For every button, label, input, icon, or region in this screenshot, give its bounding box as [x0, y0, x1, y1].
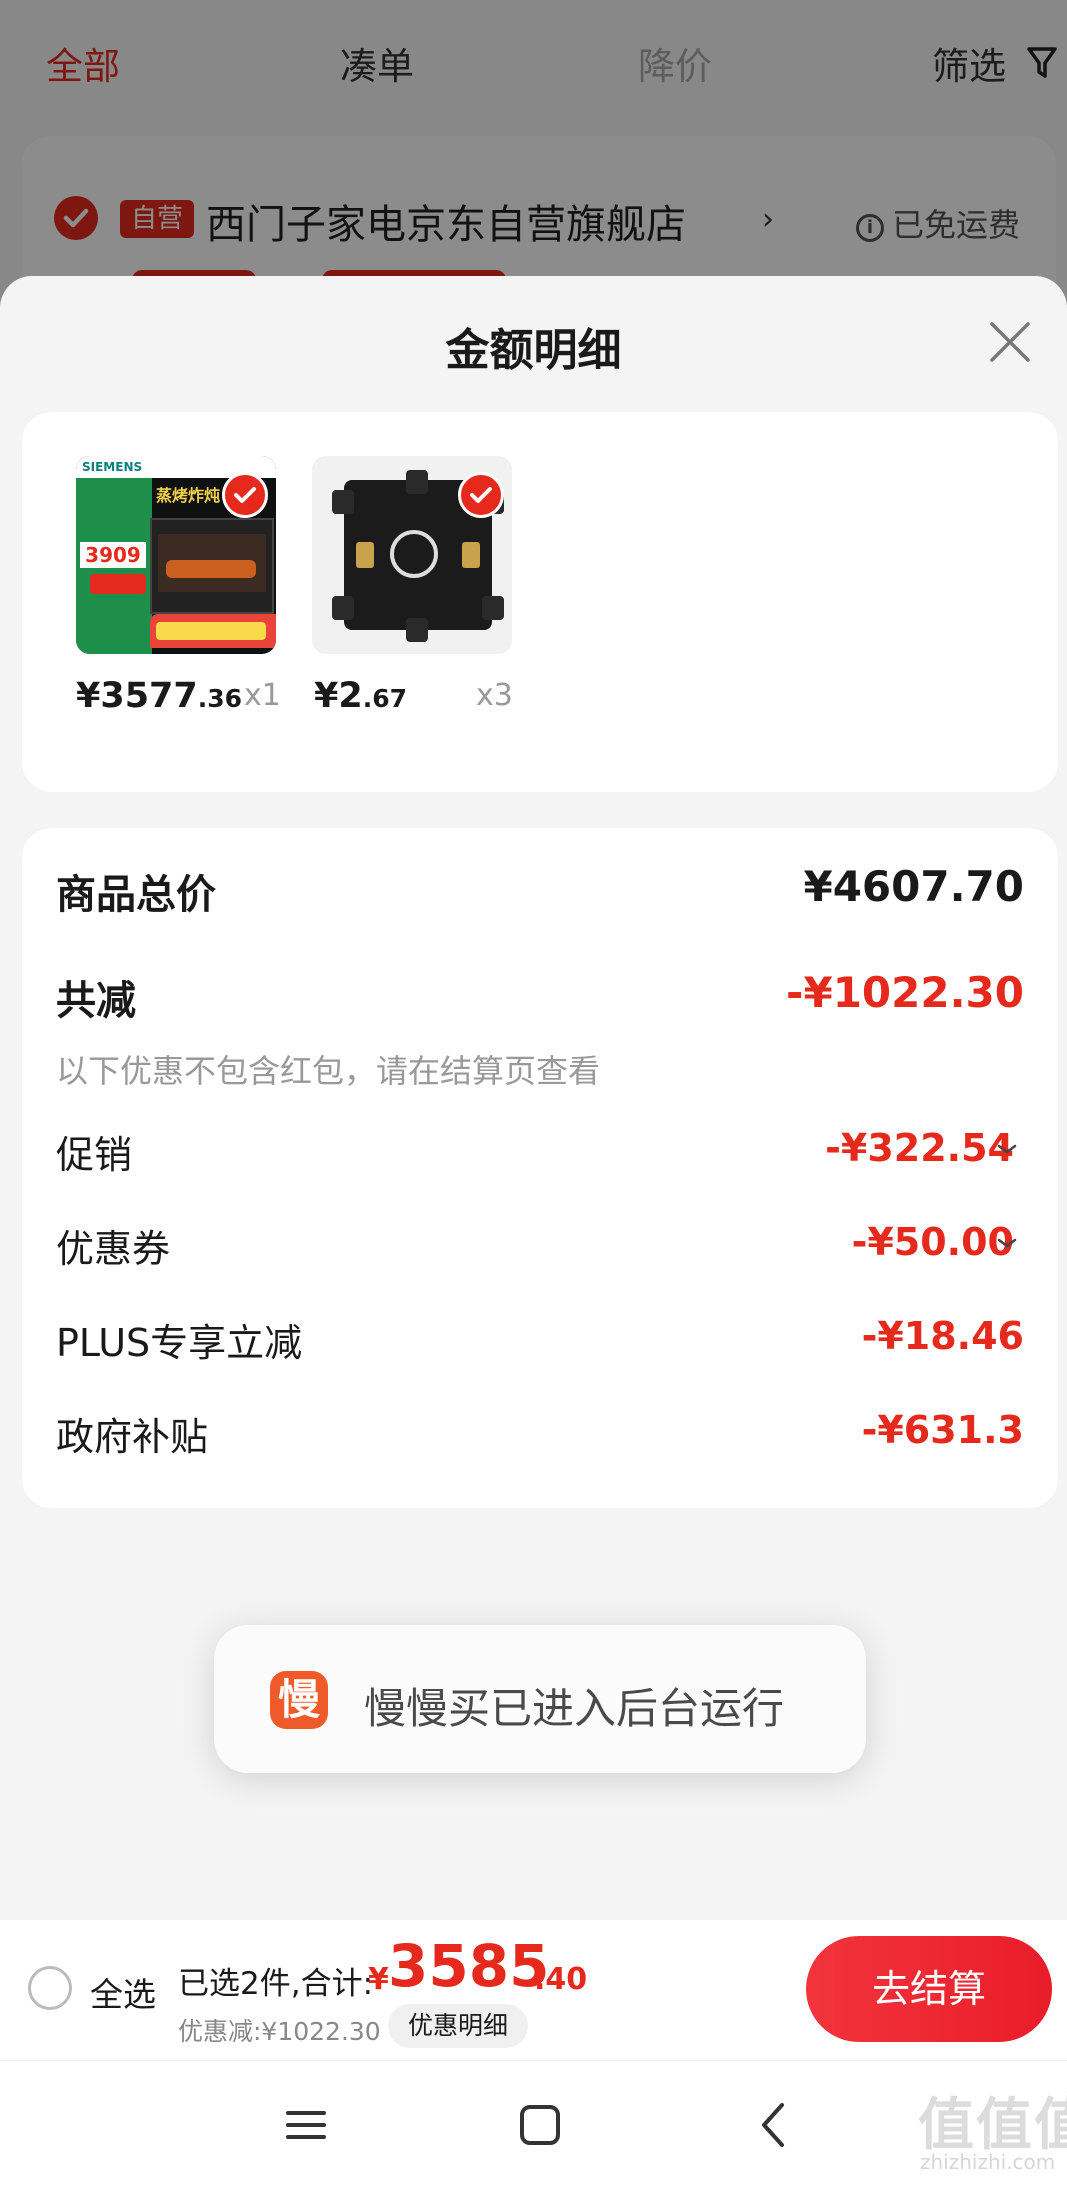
sheet-title: 金额明细: [445, 325, 622, 376]
total-currency: ¥: [368, 1962, 389, 1997]
selected-count-text: 已选2件,合计:: [178, 1966, 374, 2002]
watermark-url: zhizhizhi.com: [920, 2150, 1056, 2174]
total-label: 商品总价: [56, 872, 216, 918]
product-brand: SIEMENS: [82, 460, 143, 474]
price-summary-card: 商品总价 ¥4607.70 共减 -¥1022.30 以下优惠不包含红包，请在结…: [22, 828, 1058, 1508]
app-icon: 慢: [270, 1671, 328, 1729]
products-card: SIEMENS 3909 蒸烤炸炖 ¥3577.36 x1 ¥2.67 x3: [22, 412, 1058, 792]
product-price: ¥3577.36: [76, 676, 243, 716]
check-icon[interactable]: [458, 472, 504, 518]
discount-hint: 以下优惠不包含红包，请在结算页查看: [56, 1052, 601, 1090]
checkout-button[interactable]: 去结算: [806, 1936, 1052, 2042]
select-all-radio[interactable]: [28, 1966, 72, 2010]
product-price: ¥2.67: [314, 676, 408, 716]
promotion-label[interactable]: 促销: [56, 1124, 132, 1179]
product-qty: x3: [476, 678, 513, 713]
check-icon[interactable]: [222, 472, 268, 518]
plus-discount-value: -¥18.46: [861, 1314, 1024, 1358]
promotion-value[interactable]: -¥322.54: [825, 1126, 1014, 1170]
close-icon[interactable]: [986, 318, 1034, 366]
cart-page-background: 全部 凑单 降价 筛选 自营 西门子家电京东自营旗舰店 › i 已免运费: [0, 0, 1067, 336]
chevron-down-icon[interactable]: [996, 1236, 1018, 1250]
product-image-oven[interactable]: SIEMENS 3909 蒸烤炸炖: [76, 456, 276, 654]
select-all-label[interactable]: 全选: [90, 1968, 156, 2016]
system-nav-bar: [0, 2060, 1067, 2188]
total-amount-decimal: .40: [534, 1962, 588, 1997]
product-item[interactable]: SIEMENS 3909 蒸烤炸炖: [76, 456, 276, 654]
chevron-down-icon[interactable]: [996, 1142, 1018, 1156]
product-headline: 蒸烤炸炖: [156, 486, 221, 505]
product-image-junction-box[interactable]: [312, 456, 512, 654]
dim-overlay[interactable]: [0, 0, 1067, 320]
coupon-value[interactable]: -¥50.00: [852, 1220, 1014, 1264]
total-amount: 3585: [388, 1932, 550, 2000]
coupon-label[interactable]: 优惠券: [56, 1218, 170, 1273]
discount-detail-button[interactable]: 优惠明细: [388, 2004, 528, 2048]
discount-total-text: 优惠减:¥1022.30: [178, 2017, 381, 2046]
reduction-value: -¥1022.30: [786, 968, 1024, 1017]
home-icon[interactable]: [512, 2097, 568, 2153]
checkout-bar: 全选 已选2件,合计: ¥ 3585 .40 优惠减:¥1022.30 优惠明细…: [0, 1920, 1067, 2060]
reduction-label: 共减: [56, 978, 136, 1024]
plus-discount-label: PLUS专享立减: [56, 1321, 303, 1365]
product-qty: x1: [244, 678, 281, 713]
gov-subsidy-value: -¥631.3: [861, 1408, 1024, 1452]
background-toast: 慢 慢慢买已进入后台运行: [214, 1625, 866, 1773]
gov-subsidy-label: 政府补贴: [56, 1415, 209, 1459]
back-icon[interactable]: [746, 2097, 802, 2153]
watermark: 值值值: [918, 2093, 1067, 2158]
product-promo-price: 3909: [80, 542, 146, 568]
toast-text: 慢慢买已进入后台运行: [364, 1684, 785, 1733]
menu-icon[interactable]: [278, 2097, 334, 2153]
total-value: ¥4607.70: [803, 862, 1024, 911]
product-item[interactable]: [312, 456, 512, 654]
